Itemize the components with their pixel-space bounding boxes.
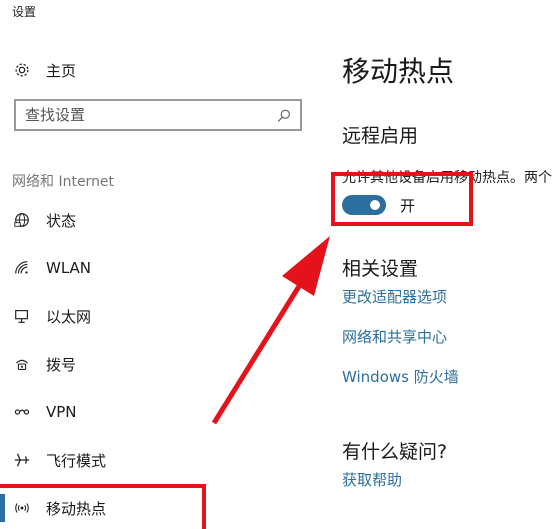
- remote-enable-description: 允许其他设备启用移动热点。两个: [342, 170, 552, 186]
- globe-status-icon: [12, 210, 32, 230]
- search-input[interactable]: [25, 104, 270, 126]
- sidebar-item-label: 状态: [46, 211, 77, 230]
- remote-enable-heading: 远程启用: [342, 125, 419, 147]
- network-sharing-center-link[interactable]: 网络和共享中心: [342, 326, 447, 347]
- ethernet-icon: [12, 306, 32, 326]
- windows-firewall-link[interactable]: Windows 防火墙: [342, 366, 459, 387]
- home-nav-item[interactable]: 主页: [12, 58, 76, 82]
- remote-enable-toggle[interactable]: [342, 195, 386, 215]
- change-adapter-options-link[interactable]: 更改适配器选项: [342, 286, 447, 307]
- sidebar-item-mobile-hotspot[interactable]: 移动热点: [0, 493, 320, 523]
- vpn-icon: [12, 402, 32, 422]
- sidebar-item-dialup[interactable]: 拨号: [0, 349, 320, 379]
- gear-icon: [12, 60, 32, 80]
- sidebar-item-label: VPN: [46, 403, 77, 421]
- selection-indicator: [0, 494, 5, 522]
- help-heading: 有什么疑问?: [342, 441, 448, 463]
- wifi-icon: [12, 258, 32, 278]
- toggle-knob: [370, 200, 380, 210]
- sidebar-item-airplane-mode[interactable]: 飞行模式: [0, 445, 320, 475]
- airplane-icon: [12, 450, 32, 470]
- page-title: 移动热点: [342, 55, 455, 88]
- sidebar-item-label: 飞行模式: [46, 451, 107, 470]
- sidebar-item-label: 拨号: [46, 355, 77, 374]
- related-settings-heading: 相关设置: [342, 258, 419, 280]
- sidebar-item-vpn[interactable]: VPN: [0, 397, 320, 427]
- home-label: 主页: [46, 61, 77, 80]
- main-content: 移动热点 远程启用 允许其他设备启用移动热点。两个 开 相关设置 更改适配器选项…: [320, 0, 555, 529]
- remote-enable-toggle-row: 开: [342, 193, 415, 217]
- search-icon[interactable]: [274, 106, 294, 126]
- search-box[interactable]: [14, 99, 302, 131]
- sidebar-item-label: WLAN: [46, 259, 92, 277]
- mobile-hotspot-icon: [12, 498, 32, 518]
- sidebar-item-ethernet[interactable]: 以太网: [0, 301, 320, 331]
- sidebar-item-label: 以太网: [46, 307, 92, 326]
- dialup-icon: [12, 354, 32, 374]
- sidebar: 主页 网络和 Internet 状态 WLAN 以太网: [0, 0, 320, 529]
- sidebar-item-wlan[interactable]: WLAN: [0, 253, 320, 283]
- sidebar-item-status[interactable]: 状态: [0, 205, 320, 235]
- get-help-link[interactable]: 获取帮助: [342, 469, 402, 490]
- toggle-state-label: 开: [400, 196, 416, 215]
- section-label-network: 网络和 Internet: [12, 174, 115, 190]
- sidebar-item-label: 移动热点: [46, 499, 107, 518]
